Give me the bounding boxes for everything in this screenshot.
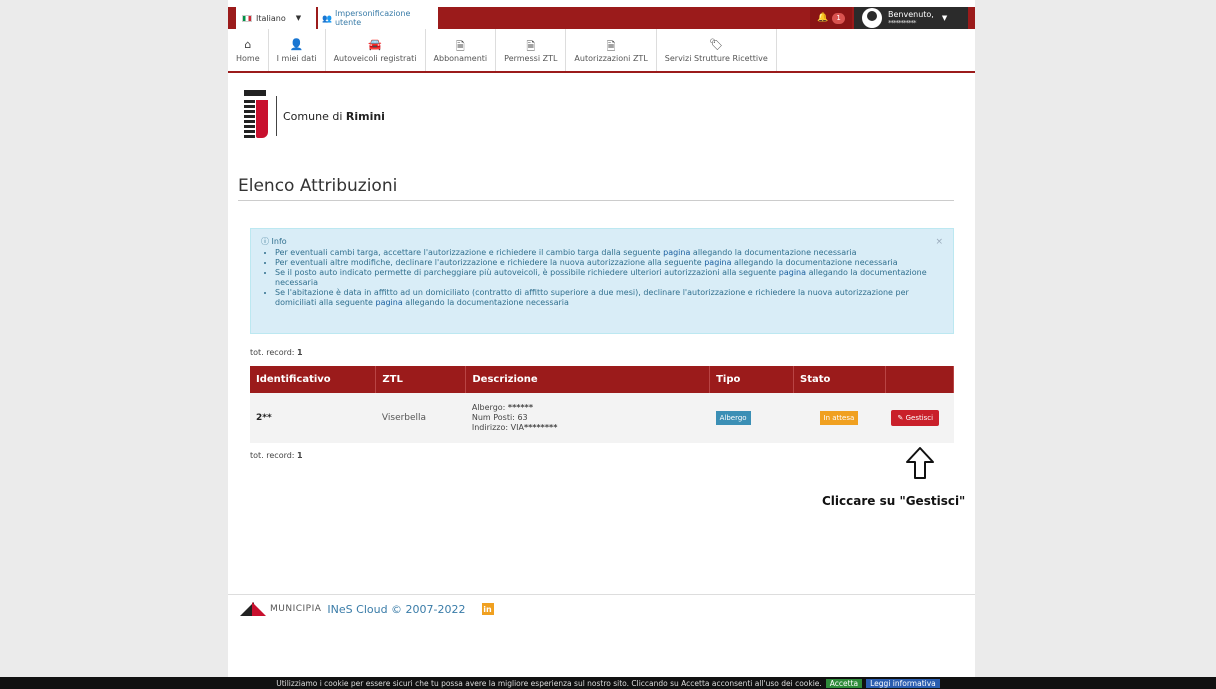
document-icon: 🗎 bbox=[526, 39, 536, 53]
language-label: Italiano bbox=[256, 13, 286, 23]
chevron-down-icon: ▼ bbox=[295, 14, 302, 22]
accept-cookies-button[interactable]: Accetta bbox=[825, 678, 863, 688]
gestisci-button[interactable]: ✎ Gestisci bbox=[891, 410, 940, 426]
column-header[interactable]: Descrizione bbox=[465, 366, 711, 393]
nav-accommodation-services[interactable]: 🏷 Servizi Strutture Ricettive bbox=[657, 29, 777, 71]
column-header[interactable]: ZTL bbox=[375, 366, 467, 393]
nav-ztl-permits[interactable]: 🗎 Permessi ZTL bbox=[496, 29, 567, 71]
document-icon: 🗎 bbox=[606, 39, 616, 53]
close-icon[interactable]: × bbox=[935, 237, 943, 247]
document-icon: 🗎 bbox=[455, 39, 465, 53]
page-container: Italiano ▼ 👥 Impersonificazione utente 🔔… bbox=[228, 0, 975, 677]
status-badge: In attesa bbox=[819, 411, 859, 425]
column-header[interactable]: Stato bbox=[793, 366, 886, 393]
column-header[interactable]: Identificativo bbox=[250, 366, 377, 393]
cookie-text: Utilizziamo i cookie per essere sicuri c… bbox=[276, 678, 822, 688]
nav-vehicles[interactable]: 🚘 Autoveicoli registrati bbox=[326, 29, 426, 71]
column-header[interactable]: Tipo bbox=[709, 366, 795, 393]
attributions-table: Identificativo ZTL Descrizione Tipo Stat… bbox=[250, 366, 955, 443]
record-count-top: tot. record: 1 bbox=[250, 348, 303, 357]
tags-icon: 🏷 bbox=[709, 37, 724, 51]
nav-ztl-authorizations[interactable]: 🗎 Autorizzazioni ZTL bbox=[566, 29, 657, 71]
copyright: INeS Cloud © 2007-2022 bbox=[327, 602, 466, 616]
info-item: Per eventuali cambi targa, accettare l'a… bbox=[275, 248, 943, 258]
comune-logo: Comune di Rimini bbox=[242, 90, 385, 142]
chevron-down-icon: ▼ bbox=[941, 14, 948, 22]
page-link[interactable]: pagina bbox=[779, 268, 806, 277]
info-icon: ⓘ bbox=[261, 237, 269, 246]
read-policy-button[interactable]: Leggi informativa bbox=[866, 678, 940, 688]
top-bar: Italiano ▼ 👥 Impersonificazione utente 🔔… bbox=[228, 7, 975, 29]
nav-subscriptions[interactable]: 🗎 Abbonamenti bbox=[426, 29, 497, 71]
bell-icon: 🔔 bbox=[817, 13, 829, 23]
page-link[interactable]: pagina bbox=[663, 248, 690, 257]
info-alert: × ⓘ Info Per eventuali cambi targa, acce… bbox=[250, 228, 954, 334]
welcome-label: Benvenuto, bbox=[888, 9, 934, 19]
impersonation-label: Impersonificazione utente bbox=[334, 9, 411, 27]
main-nav: ⌂ Home 👤 I miei dati 🚘 Autoveicoli regis… bbox=[228, 29, 975, 73]
home-icon: ⌂ bbox=[244, 37, 252, 51]
table-row: 2** Viserbella Albergo: ****** Num Posti… bbox=[250, 393, 954, 443]
nav-my-data[interactable]: 👤 I miei dati bbox=[269, 29, 326, 71]
title-divider bbox=[238, 200, 954, 201]
instruction-annotation: Cliccare su "Gestisci" bbox=[822, 494, 966, 508]
footer: MUNICIPIA INeS Cloud © 2007-2022 in bbox=[240, 600, 494, 618]
nav-label: Autoveicoli registrati bbox=[333, 53, 417, 63]
municipia-name: MUNICIPIA bbox=[270, 604, 322, 614]
cell-id: 2** bbox=[250, 393, 376, 443]
nav-home[interactable]: ⌂ Home bbox=[228, 29, 269, 71]
pencil-icon: ✎ bbox=[897, 414, 904, 422]
nav-label: Abbonamenti bbox=[433, 53, 488, 63]
nav-label: Home bbox=[236, 53, 260, 63]
page-link[interactable]: pagina bbox=[704, 258, 731, 267]
cookie-bar: Utilizziamo i cookie per essere sicuri c… bbox=[0, 677, 1216, 689]
record-count-bottom: tot. record: 1 bbox=[250, 451, 303, 460]
car-icon: 🚘 bbox=[368, 37, 382, 51]
arrow-up-icon bbox=[906, 447, 934, 479]
page-title: Elenco Attribuzioni bbox=[238, 176, 398, 196]
column-header bbox=[885, 366, 955, 393]
cell-description: Albergo: ****** Num Posti: 63 Indirizzo:… bbox=[465, 393, 710, 443]
username: *********** bbox=[888, 18, 916, 27]
user-icon: 👤 bbox=[289, 37, 304, 51]
nav-label: Autorizzazioni ZTL bbox=[574, 53, 648, 63]
info-item: Per eventuali altre modifiche, declinare… bbox=[275, 258, 943, 268]
page-link[interactable]: pagina bbox=[375, 298, 402, 307]
user-menu[interactable]: Benvenuto, *********** ▼ bbox=[854, 7, 968, 29]
cell-action: ✎ Gestisci bbox=[885, 393, 954, 443]
cell-ztl: Viserbella bbox=[375, 393, 466, 443]
type-badge: Albergo bbox=[715, 411, 751, 425]
italy-flag-icon bbox=[242, 14, 252, 22]
rimini-shield-icon bbox=[242, 90, 272, 142]
footer-divider bbox=[228, 594, 975, 595]
nav-label: I miei dati bbox=[276, 53, 317, 63]
info-item: Se l'abitazione è data in affitto ad un … bbox=[275, 288, 943, 308]
avatar-icon bbox=[862, 8, 882, 28]
users-icon: 👥 bbox=[322, 13, 332, 23]
cell-status: In attesa bbox=[793, 393, 886, 443]
comune-name: Comune di Rimini bbox=[283, 109, 385, 123]
notification-badge: 1 bbox=[832, 12, 845, 24]
info-item: Se il posto auto indicato permette di pa… bbox=[275, 268, 943, 288]
notifications-button[interactable]: 🔔 1 bbox=[810, 7, 852, 29]
nav-label: Servizi Strutture Ricettive bbox=[664, 53, 768, 63]
language-select[interactable]: Italiano ▼ bbox=[236, 7, 316, 29]
linkedin-icon[interactable]: in bbox=[481, 603, 494, 615]
cell-type: Albergo bbox=[709, 393, 794, 443]
nav-label: Permessi ZTL bbox=[504, 53, 558, 63]
municipia-logo-icon bbox=[240, 600, 268, 618]
impersonation-button[interactable]: 👥 Impersonificazione utente bbox=[318, 7, 438, 29]
info-heading: Info bbox=[271, 237, 287, 246]
